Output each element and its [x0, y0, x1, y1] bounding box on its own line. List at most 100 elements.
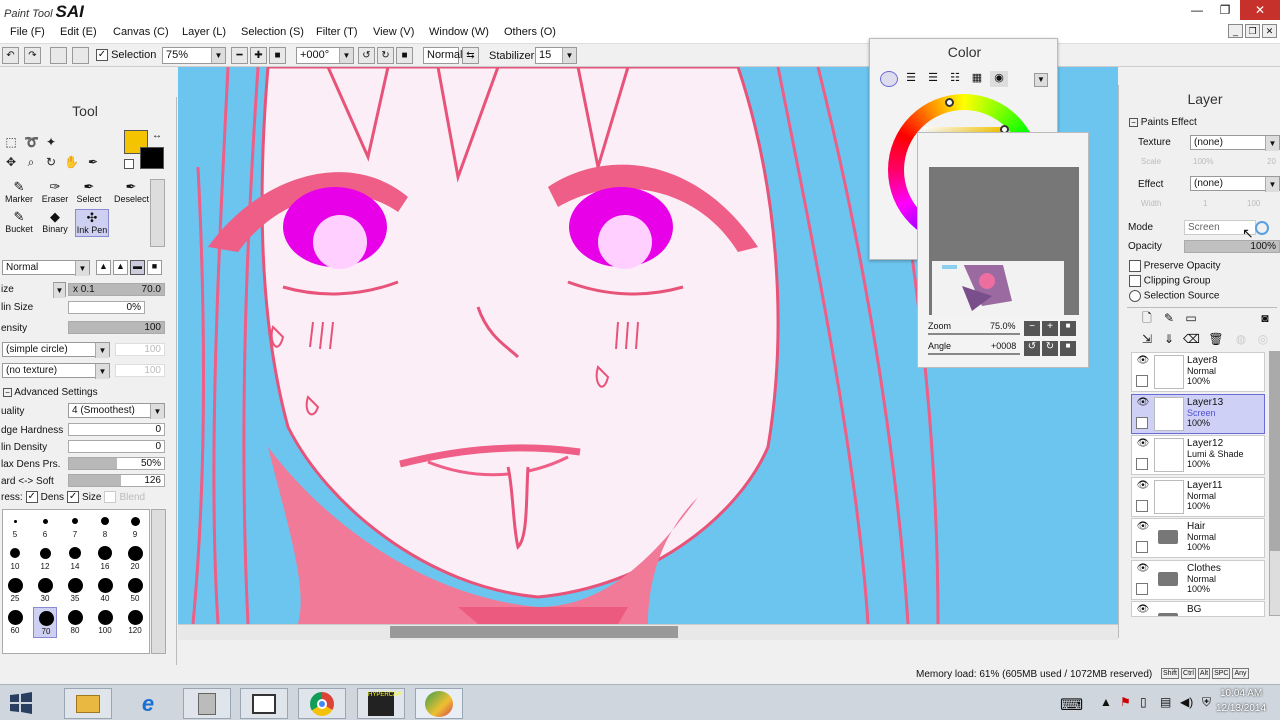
shape-strength-slider[interactable]: 100: [115, 343, 165, 356]
mdi-restore-button[interactable]: ❐: [1245, 24, 1260, 38]
menu-file[interactable]: File (F): [10, 26, 45, 38]
angle-select[interactable]: +000° ▼: [296, 47, 354, 64]
zoom-reset-button[interactable]: ■: [269, 47, 286, 64]
view-blend-select[interactable]: Normal: [423, 47, 462, 64]
layer-lock-box[interactable]: [1136, 499, 1148, 512]
brush-size-cell[interactable]: 40: [93, 575, 117, 606]
taskbar-notepad[interactable]: [183, 688, 231, 719]
deselect-button[interactable]: [50, 47, 67, 64]
taskbar-hypercam[interactable]: HYPERCAM: [357, 688, 405, 719]
layer-item-hair[interactable]: 👁 Hair Normal 100%: [1131, 518, 1265, 558]
visibility-eye-icon[interactable]: 👁: [1134, 604, 1152, 616]
delete-layer-icon[interactable]: 🗑: [1208, 331, 1224, 347]
undo-button[interactable]: ↶: [2, 47, 19, 64]
brush-size-cell[interactable]: 35: [63, 575, 87, 606]
mdi-minimize-button[interactable]: _: [1228, 24, 1243, 38]
rotate-reset-button[interactable]: ■: [396, 47, 413, 64]
merge-down-icon[interactable]: ⇓: [1161, 331, 1177, 347]
min-size-slider[interactable]: 0%: [68, 301, 145, 314]
density-slider[interactable]: 100: [68, 321, 165, 334]
size-slider[interactable]: x 0.1 70.0: [68, 283, 165, 296]
taskbar-internet-explorer[interactable]: e: [124, 688, 172, 719]
hard-soft-slider[interactable]: 126: [68, 474, 165, 487]
menu-filter[interactable]: Filter (T): [316, 26, 358, 38]
layer-item-bg[interactable]: 👁 BG: [1131, 601, 1265, 617]
brush-ink-pen[interactable]: ✣ Ink Pen: [75, 209, 109, 237]
layer-item-layer12[interactable]: 👁 Layer12 Lumi & Shade 100%: [1131, 435, 1265, 475]
brush-size-cell[interactable]: 14: [63, 543, 87, 574]
zoom-out-button[interactable]: ━: [231, 47, 248, 64]
brush-size-cell[interactable]: 16: [93, 543, 117, 574]
zoom-select[interactable]: 75% ▼: [162, 47, 226, 64]
minimize-button[interactable]: —: [1182, 0, 1212, 20]
scratchpad-tab-icon[interactable]: ◉: [990, 71, 1008, 87]
layer-item-layer8[interactable]: 👁 Layer8 Normal 100%: [1131, 352, 1265, 392]
brush-size-cell[interactable]: 10: [3, 543, 27, 574]
layer-lock-box[interactable]: [1136, 416, 1148, 429]
language-icon[interactable]: ⛨: [1202, 695, 1211, 710]
hsv-slider-tab-icon[interactable]: ☰: [924, 71, 942, 87]
mixer-tab-icon[interactable]: ☷: [946, 71, 964, 87]
press-dens-checkbox[interactable]: ✓: [25, 491, 38, 503]
brush-select[interactable]: ✒ Select: [72, 179, 106, 207]
magic-wand-icon[interactable]: ✦: [44, 135, 58, 149]
brush-shape-select[interactable]: (simple circle) ▼: [2, 342, 110, 358]
eyedropper-icon[interactable]: ✒: [86, 155, 100, 169]
apply-mask-icon[interactable]: ◍: [1233, 331, 1249, 347]
menu-view[interactable]: View (V): [373, 26, 414, 38]
rotate-left-button[interactable]: ↺: [358, 47, 375, 64]
windows-start-icon[interactable]: [8, 691, 34, 715]
zoom-icon[interactable]: ⌕: [24, 155, 38, 169]
brush-bucket[interactable]: ✎ Bucket: [2, 209, 36, 237]
rgb-slider-tab-icon[interactable]: ☰: [902, 71, 920, 87]
restore-button[interactable]: ❐: [1210, 0, 1240, 20]
texture-strength-slider[interactable]: 100: [115, 364, 165, 377]
invert-selection-button[interactable]: [72, 47, 89, 64]
canvas-scroll-thumb[interactable]: [390, 626, 678, 638]
shape-2-icon[interactable]: ▲: [113, 260, 128, 275]
layer-lock-box[interactable]: [1136, 541, 1148, 553]
menu-others[interactable]: Others (O): [504, 26, 556, 38]
transfer-down-icon[interactable]: ⇲: [1139, 331, 1155, 347]
menu-layer[interactable]: Layer (L): [182, 26, 226, 38]
layer-mask-icon[interactable]: ◙: [1257, 310, 1273, 326]
move-icon[interactable]: ✥: [4, 155, 18, 169]
network-icon[interactable]: ▤: [1160, 695, 1171, 709]
brush-size-cell[interactable]: 5: [3, 511, 27, 542]
clipping-group-option[interactable]: Clipping Group: [1129, 275, 1211, 287]
menu-edit[interactable]: Edit (E): [60, 26, 97, 38]
quality-select[interactable]: 4 (Smoothest) ▼: [68, 403, 165, 419]
max-dens-slider[interactable]: 50%: [68, 457, 165, 470]
brush-size-cell[interactable]: 25: [3, 575, 27, 606]
new-layer-icon[interactable]: 🗋: [1139, 310, 1155, 326]
clear-layer-icon[interactable]: ⌫: [1183, 331, 1200, 347]
shape-4-icon[interactable]: ■: [147, 260, 162, 275]
transparent-color-icon[interactable]: [124, 159, 134, 169]
selection-checkbox[interactable]: ✓: [96, 49, 108, 62]
press-blend-checkbox[interactable]: [104, 491, 117, 503]
stabilizer-select[interactable]: 15 ▼: [535, 47, 577, 64]
selection-source-option[interactable]: Selection Source: [1129, 290, 1219, 302]
brush-size-cell[interactable]: 70: [33, 607, 57, 638]
brush-size-cell[interactable]: 9: [123, 511, 147, 542]
mdi-close-button[interactable]: ✕: [1262, 24, 1277, 38]
taskbar-paint-tool-sai[interactable]: [415, 688, 463, 719]
show-hidden-icons-icon[interactable]: ▲: [1100, 695, 1112, 709]
layer-effect-select[interactable]: (none) ▼: [1190, 176, 1280, 192]
power-icon[interactable]: ▯: [1140, 695, 1147, 709]
brush-binary[interactable]: ◆ Binary: [38, 209, 72, 237]
layer-list-scroll-thumb[interactable]: [1269, 351, 1280, 551]
brush-shape-selector[interactable]: ▲ ▲ ▬ ■: [96, 260, 164, 275]
brush-marker[interactable]: ✎ Marker: [2, 179, 36, 207]
preserve-opacity-option[interactable]: Preserve Opacity: [1129, 260, 1220, 272]
brush-size-cell[interactable]: 60: [3, 607, 27, 638]
nav-zoom-in-button[interactable]: +: [1042, 321, 1058, 336]
layer-item-layer11[interactable]: 👁 Layer11 Normal 100%: [1131, 476, 1265, 517]
visibility-eye-icon[interactable]: 👁: [1134, 563, 1152, 579]
visibility-eye-icon[interactable]: 👁: [1134, 397, 1152, 413]
volume-icon[interactable]: ◀): [1180, 695, 1193, 709]
taskbar-window[interactable]: [240, 688, 288, 719]
redo-button[interactable]: ↷: [24, 47, 41, 64]
layer-opacity-slider[interactable]: 100%: [1184, 240, 1280, 253]
layer-lock-box[interactable]: [1136, 375, 1148, 387]
